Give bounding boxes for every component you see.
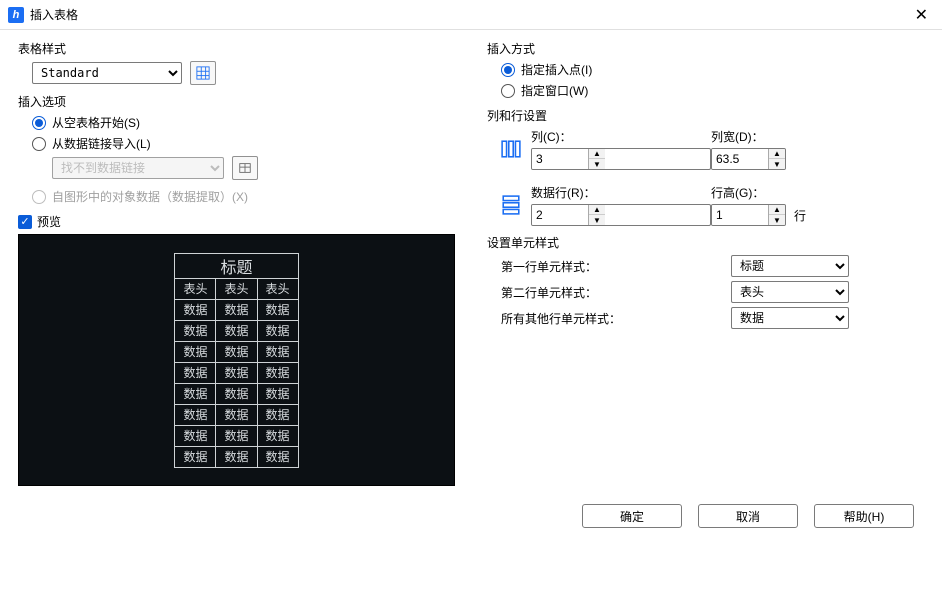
insert-options-group: 插入选项 从空表格开始(S) 从数据链接导入(L) 找不到数据链接 xyxy=(18,93,455,205)
table-style-select[interactable]: Standard xyxy=(32,62,182,84)
footer: 确定 取消 帮助(H) xyxy=(0,500,942,542)
other-style-select[interactable]: 数据 xyxy=(731,307,849,329)
help-button[interactable]: 帮助(H) xyxy=(814,504,914,528)
col-width-spinner[interactable]: ▲▼ xyxy=(711,148,786,170)
data-link-browse-button[interactable] xyxy=(232,156,258,180)
row1-style-label: 第一行单元样式： xyxy=(501,258,731,275)
radio-blank-label: 从空表格开始(S) xyxy=(52,114,140,131)
preview-title-cell: 标题 xyxy=(175,253,298,278)
preview-area: 标题 表头 表头 表头 数据数据数据 数据数据数据 数据数据数据 数据数据数据 … xyxy=(18,234,455,486)
radio-insert-window-label: 指定窗口(W) xyxy=(521,82,588,99)
radio-insert-point[interactable]: 指定插入点(I) xyxy=(501,61,924,78)
cell-style-label: 设置单元样式 xyxy=(487,234,924,251)
row1-style-select[interactable]: 标题 xyxy=(731,255,849,277)
row2-style-select[interactable]: 表头 xyxy=(731,281,849,303)
col-width-label: 列宽(D)： xyxy=(711,128,786,145)
spinner-up[interactable]: ▲ xyxy=(769,149,785,159)
insert-mode-label: 插入方式 xyxy=(487,40,924,57)
radio-insert-point-label: 指定插入点(I) xyxy=(521,61,592,78)
dialog-body: 表格样式 Standard 插入选项 xyxy=(0,30,942,500)
table-link-icon xyxy=(238,161,252,175)
radio-link-label: 从数据链接导入(L) xyxy=(52,135,151,152)
radio-blank-table[interactable]: 从空表格开始(S) xyxy=(32,114,455,131)
radio-extract-label: 自图形中的对象数据（数据提取）(X) xyxy=(52,188,248,205)
row-col-group: 列和行设置 列(C)： ▲▼ 列宽(D)： xyxy=(487,107,924,226)
row2-style-label: 第二行单元样式： xyxy=(501,284,731,301)
radio-insert-window[interactable]: 指定窗口(W) xyxy=(501,82,924,99)
preview-table: 标题 表头 表头 表头 数据数据数据 数据数据数据 数据数据数据 数据数据数据 … xyxy=(174,253,298,468)
cancel-button[interactable]: 取消 xyxy=(698,504,798,528)
grid-icon xyxy=(196,66,210,80)
preview-checkbox-label: 预览 xyxy=(37,213,61,230)
rows-icon xyxy=(501,195,521,215)
row-height-input[interactable] xyxy=(712,205,768,225)
preview-header-cell: 表头 xyxy=(175,278,216,299)
radio-data-link[interactable]: 从数据链接导入(L) xyxy=(32,135,455,152)
radio-data-extract: 自图形中的对象数据（数据提取）(X) xyxy=(32,188,455,205)
data-rows-label: 数据行(R)： xyxy=(531,184,711,201)
columns-icon xyxy=(501,139,521,159)
ok-button[interactable]: 确定 xyxy=(582,504,682,528)
table-style-label: 表格样式 xyxy=(18,40,455,57)
window-title: 插入表格 xyxy=(30,6,909,23)
spinner-up[interactable]: ▲ xyxy=(769,205,785,215)
spinner-up[interactable]: ▲ xyxy=(589,149,605,159)
spinner-down[interactable]: ▼ xyxy=(589,215,605,225)
columns-label: 列(C)： xyxy=(531,128,711,145)
row-height-label: 行高(G)： xyxy=(711,184,806,201)
preview-data-cell: 数据 xyxy=(175,299,216,320)
app-icon: h xyxy=(8,7,24,23)
spinner-down[interactable]: ▼ xyxy=(769,159,785,169)
insert-options-label: 插入选项 xyxy=(18,93,455,110)
columns-spinner[interactable]: ▲▼ xyxy=(531,148,711,170)
data-rows-input[interactable] xyxy=(532,205,588,225)
table-style-group: 表格样式 Standard xyxy=(18,40,455,85)
insert-mode-group: 插入方式 指定插入点(I) 指定窗口(W) xyxy=(487,40,924,99)
columns-input[interactable] xyxy=(532,149,588,169)
right-column: 插入方式 指定插入点(I) 指定窗口(W) 列和行设置 列(C)： xyxy=(479,40,924,494)
spinner-up[interactable]: ▲ xyxy=(589,205,605,215)
row-height-spinner[interactable]: ▲▼ xyxy=(711,204,786,226)
data-link-select: 找不到数据链接 xyxy=(52,157,224,179)
preview-header-cell: 表头 xyxy=(257,278,298,299)
cell-style-group: 设置单元样式 第一行单元样式： 标题 第二行单元样式： 表头 所有其他行单元样式… xyxy=(487,234,924,329)
titlebar: h 插入表格 ✕ xyxy=(0,0,942,30)
spinner-down[interactable]: ▼ xyxy=(589,159,605,169)
data-rows-spinner[interactable]: ▲▼ xyxy=(531,204,711,226)
row-height-unit: 行 xyxy=(794,207,806,224)
col-width-input[interactable] xyxy=(712,149,768,169)
close-button[interactable]: ✕ xyxy=(909,3,934,27)
spinner-down[interactable]: ▼ xyxy=(769,215,785,225)
table-style-edit-button[interactable] xyxy=(190,61,216,85)
preview-group: ✓预览 标题 表头 表头 表头 数据数据数据 数据数据数据 数据数据数据 数据数… xyxy=(18,213,455,486)
preview-header-cell: 表头 xyxy=(216,278,257,299)
row-col-label: 列和行设置 xyxy=(487,107,924,124)
left-column: 表格样式 Standard 插入选项 xyxy=(18,40,479,494)
other-style-label: 所有其他行单元样式： xyxy=(501,310,731,327)
preview-checkbox[interactable]: ✓预览 xyxy=(18,213,455,230)
